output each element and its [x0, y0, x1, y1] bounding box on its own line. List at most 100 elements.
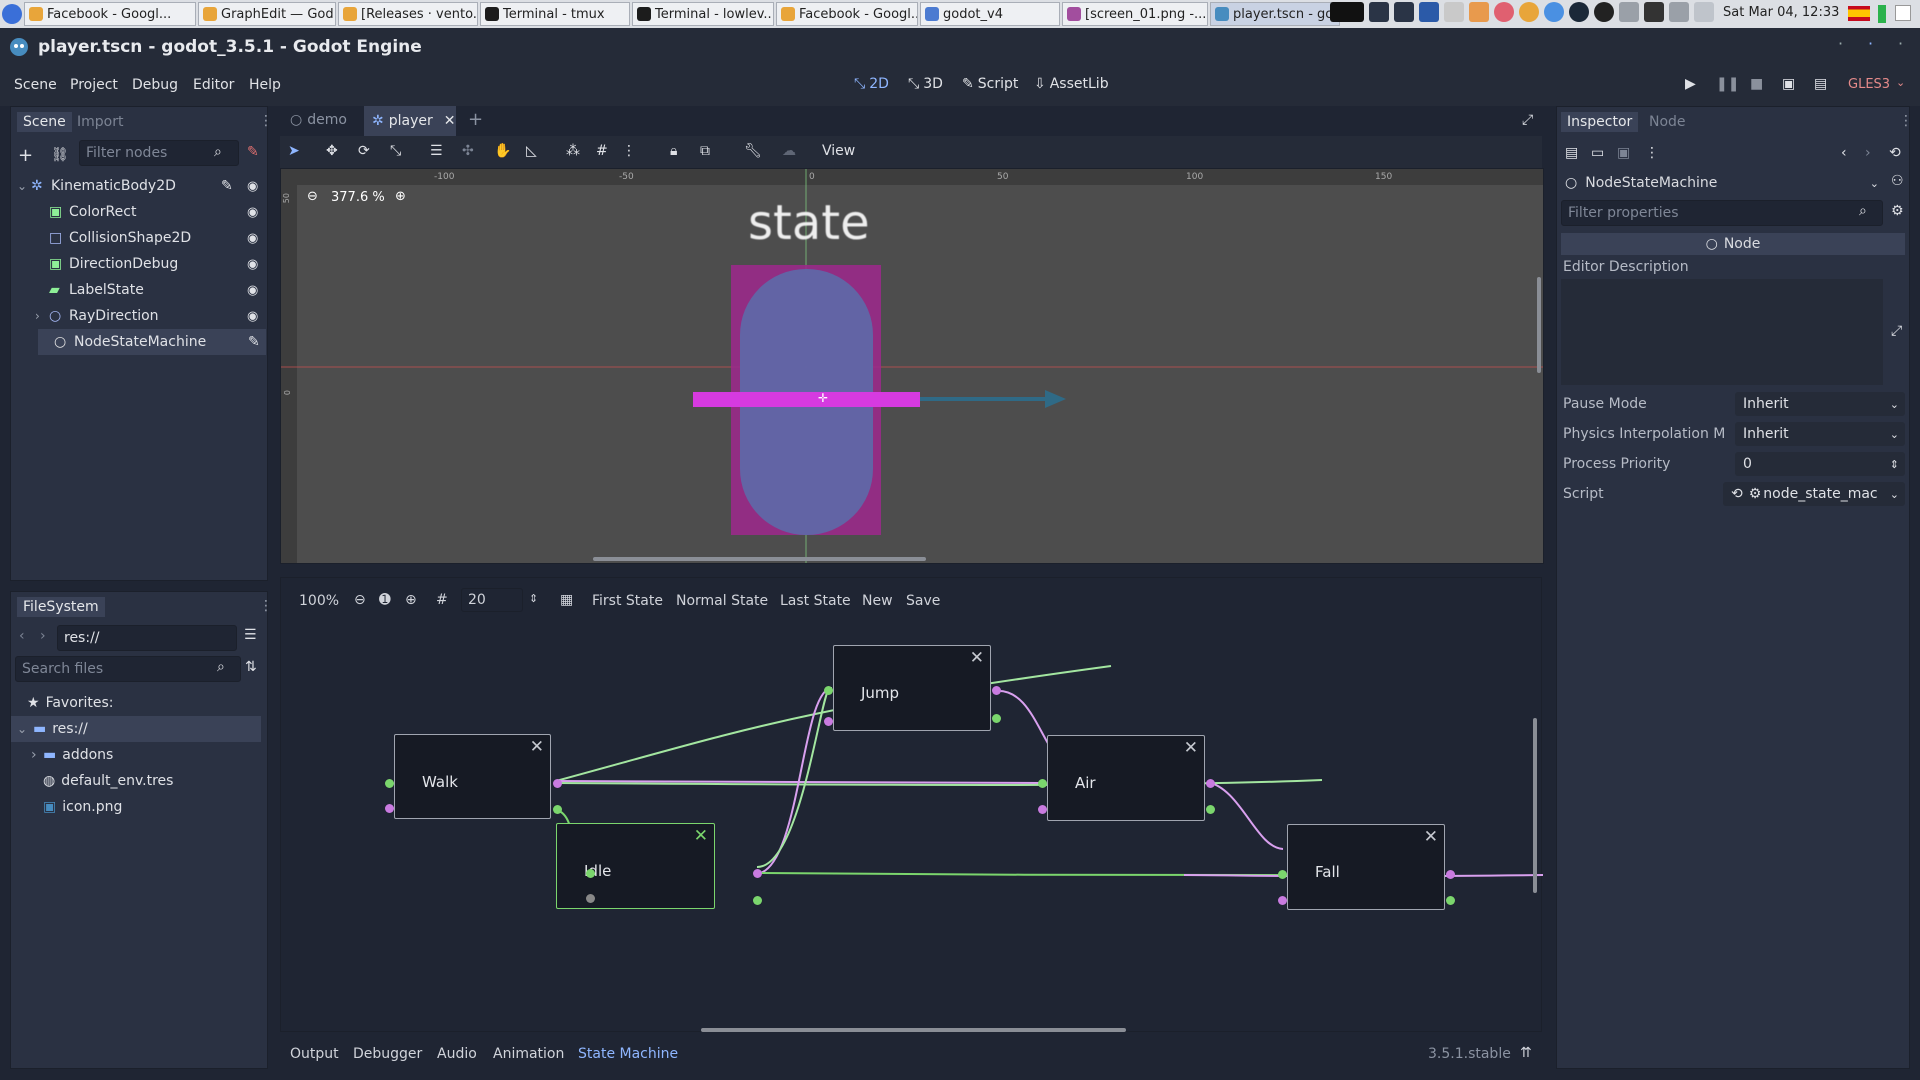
list-select-icon[interactable]: ☰ — [430, 143, 443, 159]
minimize-button[interactable]: · — [1838, 34, 1843, 53]
obs-tray-icon[interactable] — [1594, 2, 1614, 22]
tab-player[interactable]: ✲ player ✕ — [364, 106, 456, 136]
select-mode-icon[interactable]: ➤ — [288, 143, 300, 159]
paint-tray-icon[interactable] — [1469, 2, 1489, 22]
object-selector[interactable]: ○ NodeStateMachine ⌄ — [1561, 170, 1883, 196]
close-icon[interactable]: ✕ — [530, 737, 544, 757]
chevron-down-icon[interactable]: ⌄ — [17, 179, 31, 193]
close-tab-icon[interactable]: ✕ — [444, 113, 456, 129]
section-header-node[interactable]: ○ Node — [1561, 233, 1905, 255]
scene-tree-item[interactable]: ○ NodeStateMachine ✎ — [38, 329, 266, 355]
output-port[interactable] — [553, 805, 562, 814]
play-icon[interactable]: ▶ — [1685, 76, 1696, 92]
history-back-icon[interactable]: ‹ — [1841, 145, 1847, 161]
property-value[interactable]: Inherit ⌄ — [1735, 422, 1905, 446]
state-node-walk[interactable]: Walk ✕ — [394, 734, 551, 819]
snap-options-icon[interactable]: ⋮ — [622, 143, 636, 159]
tab-animation[interactable]: Animation — [493, 1046, 564, 1062]
expand-icon[interactable]: ⤢ — [1891, 323, 1902, 339]
visibility-eye-icon[interactable]: ◉ — [247, 205, 258, 220]
script-icon[interactable]: ✎ — [221, 178, 233, 194]
monitor-tray-icon[interactable] — [1369, 2, 1389, 22]
input-port[interactable] — [586, 894, 595, 903]
favorites-item[interactable]: ★ Favorites: — [11, 690, 267, 716]
property-value[interactable]: Inherit ⌄ — [1735, 392, 1905, 416]
input-port[interactable] — [824, 686, 833, 695]
volume-tray-icon[interactable] — [1694, 2, 1714, 22]
scene-tree-item[interactable]: □ CollisionShape2D ◉ — [11, 225, 267, 251]
new-resource-icon[interactable]: ▤ — [1565, 145, 1578, 161]
close-icon[interactable]: ✕ — [694, 826, 708, 846]
tab-filesystem[interactable]: FileSystem — [17, 597, 105, 617]
workspace-script-button[interactable]: ✎ Script — [962, 76, 1018, 92]
zoom-level[interactable]: 377.6 % — [331, 190, 385, 205]
taskbar-window-tab[interactable]: [Releases · vento... — [338, 2, 478, 26]
chevron-right-icon[interactable]: › — [31, 747, 41, 763]
visibility-eye-icon[interactable]: ◉ — [247, 309, 258, 324]
history-icon[interactable]: ⟲ — [1889, 145, 1901, 161]
workspace-2d-button[interactable]: ⤡ 2D — [854, 76, 889, 92]
menu-scene[interactable]: Scene — [14, 77, 57, 93]
menu-project[interactable]: Project — [70, 77, 118, 93]
output-port[interactable] — [753, 869, 762, 878]
filesystem-item[interactable]: ◍ default_env.tres — [11, 768, 261, 794]
dock-menu-icon[interactable]: ⋮ — [259, 598, 273, 614]
tab-demo[interactable]: ○ demo — [290, 112, 347, 128]
open-resource-icon[interactable]: ▭ — [1591, 145, 1604, 161]
state-node-fall[interactable]: Fall ✕ — [1287, 824, 1445, 910]
save-resource-icon[interactable]: ▣ — [1617, 145, 1630, 161]
expand-panel-icon[interactable]: ⇈ — [1520, 1045, 1532, 1061]
tab-audio[interactable]: Audio — [437, 1046, 477, 1062]
ruler-mode-icon[interactable]: ◺ — [526, 143, 537, 159]
visibility-eye-icon[interactable]: ◉ — [247, 283, 258, 298]
filter-properties-input[interactable]: Filter properties — [1561, 200, 1883, 226]
taskbar-window-tab[interactable]: GraphEdit — God... — [198, 2, 336, 26]
scale-mode-icon[interactable]: ⤡ — [390, 143, 401, 159]
lock-icon[interactable]: 🔒︎ — [670, 143, 677, 159]
output-port[interactable] — [992, 714, 1001, 723]
network-tray-icon[interactable] — [1619, 2, 1639, 22]
tab-import[interactable]: Import — [77, 114, 123, 130]
object-properties-icon[interactable]: ⚇ — [1891, 173, 1904, 189]
terminal-tray-icon[interactable] — [1330, 2, 1364, 22]
keyboard-layout-flag-icon[interactable] — [1848, 6, 1870, 21]
tab-node[interactable]: Node — [1649, 114, 1686, 130]
grid-snap-icon[interactable]: # — [596, 143, 608, 159]
stop-icon[interactable]: ■ — [1750, 76, 1763, 92]
tab-scene[interactable]: Scene — [17, 112, 72, 132]
group-icon[interactable]: ⧉ — [700, 143, 710, 159]
notifications-icon[interactable] — [1895, 5, 1911, 21]
app-launcher-icon[interactable] — [2, 4, 22, 24]
vertical-scrollbar[interactable] — [1533, 718, 1537, 893]
menu-view[interactable]: View — [822, 143, 855, 159]
distraction-free-icon[interactable]: ⤢ — [1522, 112, 1533, 128]
input-port[interactable] — [1278, 896, 1287, 905]
bones-icon[interactable]: 🔧︎ — [744, 143, 762, 159]
menu-help[interactable]: Help — [249, 77, 281, 93]
bluetooth-tray-icon[interactable] — [1644, 2, 1664, 22]
taskbar-window-tab[interactable]: Facebook - Googl... — [24, 2, 196, 26]
close-icon[interactable]: ✕ — [970, 648, 984, 668]
scene-tree-item[interactable]: › ○ RayDirection ◉ — [11, 303, 267, 329]
scene-tree-item[interactable]: ▣ ColorRect ◉ — [11, 199, 267, 225]
wifi-off-tray-icon[interactable] — [1669, 2, 1689, 22]
state-node-air[interactable]: Air ✕ — [1047, 735, 1205, 821]
sync-tray-icon[interactable] — [1544, 2, 1564, 22]
menu-editor[interactable]: Editor — [193, 77, 234, 93]
inspector-options-icon[interactable]: ⚙ — [1891, 203, 1904, 219]
clock[interactable]: Sat Mar 04, 12:33 — [1723, 5, 1839, 20]
workspace-3d-button[interactable]: ⤡ 3D — [908, 76, 943, 92]
chevron-down-icon[interactable]: ⌄ — [17, 722, 31, 736]
scene-tree-item[interactable]: ⌄ ✲ KinematicBody2D ✎ ◉ — [11, 173, 267, 199]
output-port[interactable] — [553, 779, 562, 788]
input-port[interactable] — [1038, 779, 1047, 788]
input-port[interactable] — [1278, 870, 1287, 879]
revert-icon[interactable]: ⟲ — [1731, 486, 1743, 502]
tab-debugger[interactable]: Debugger — [353, 1046, 422, 1062]
pivot-mode-icon[interactable]: ✣ — [462, 143, 474, 159]
scene-tree-item[interactable]: ▰ LabelState ◉ — [11, 277, 267, 303]
maximize-button[interactable]: · — [1868, 34, 1873, 53]
input-port[interactable] — [385, 804, 394, 813]
editor-description-textarea[interactable] — [1561, 279, 1883, 385]
output-port[interactable] — [992, 686, 1001, 695]
